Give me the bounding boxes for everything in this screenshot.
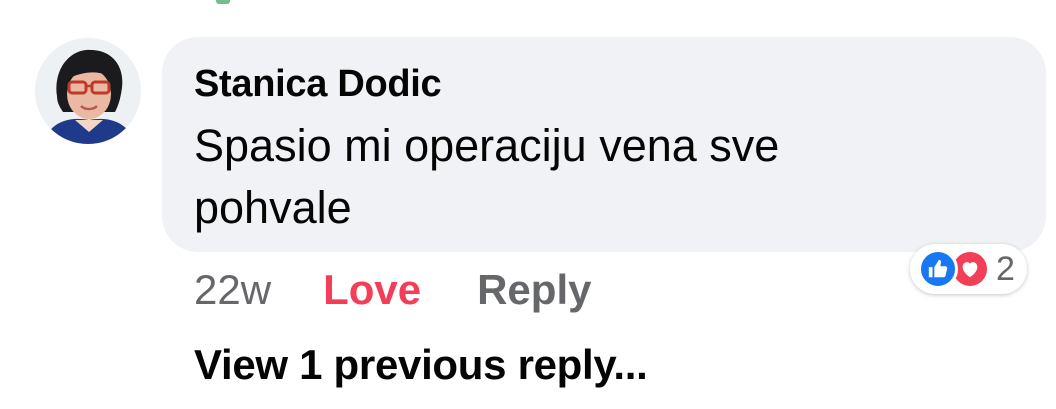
reaction-count: 2 [996,249,1015,288]
view-previous-replies-link[interactable]: View 1 previous reply... [194,340,648,390]
comment-text: Spasio mi operaciju vena sve pohvale [194,120,780,233]
comment-bubble: Stanica Dodic Spasio mi operaciju vena s… [162,37,1046,252]
partial-icon-top [216,0,230,4]
comment-actions: 22w Love Reply [194,265,591,315]
comment-timestamp[interactable]: 22w [194,265,271,315]
avatar[interactable] [35,38,141,144]
reply-button[interactable]: Reply [477,265,591,315]
like-icon [918,249,958,289]
comment-author[interactable]: Stanica Dodic [194,61,1014,107]
reactions-summary[interactable]: 2 [910,244,1027,294]
love-button[interactable]: Love [323,265,421,315]
user-photo-avatar-icon [35,38,141,144]
